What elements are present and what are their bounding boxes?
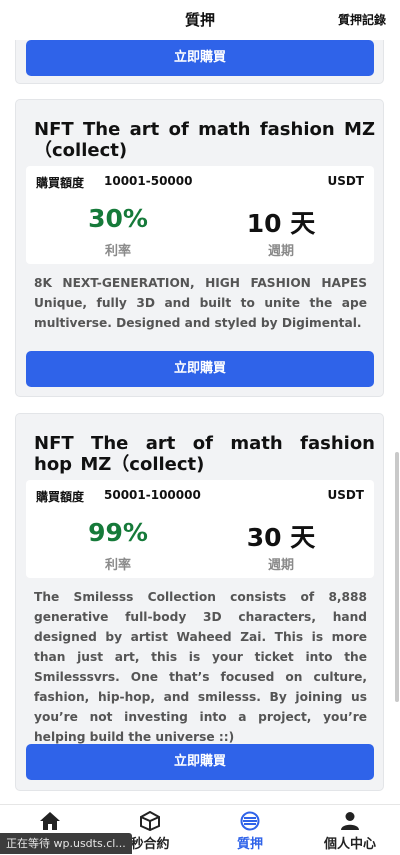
product-info-box: 購買額度 50001-100000 USDT 99% 利率 30 天 週期 <box>26 480 374 578</box>
cube-icon <box>140 811 160 831</box>
period-label: 週期 <box>267 244 294 259</box>
stake-records-link[interactable]: 質押記錄 <box>338 0 386 40</box>
browser-status-bar: 正在等待 wp.usdts.cl... <box>0 833 132 854</box>
tab-label: 質押 <box>236 837 263 852</box>
rate-label: 利率 <box>104 558 131 573</box>
period-label: 週期 <box>267 558 294 573</box>
product-title: NFT The art of math fashion MZ（collect) <box>34 119 375 161</box>
product-description: 8K NEXT-GENERATION, HIGH FASHION HAPES U… <box>34 276 367 330</box>
stake-icon <box>240 811 260 831</box>
period-value: 30 天 <box>246 523 316 552</box>
currency-label: USDT <box>327 488 364 502</box>
buy-now-button[interactable]: 立即購買 <box>26 40 374 76</box>
tab-label: 個人中心 <box>323 837 376 852</box>
rate-value: 30% <box>88 204 148 233</box>
amount-label: 購買額度 <box>36 176 85 190</box>
product-info-box: 購買額度 10001-50000 USDT 30% 利率 10 天 週期 <box>26 166 374 264</box>
tab-profile[interactable]: 個人中心 <box>300 805 400 855</box>
buy-now-button[interactable]: 立即購買 <box>26 744 374 780</box>
currency-label: USDT <box>327 174 364 188</box>
buy-now-button[interactable]: 立即購買 <box>26 351 374 387</box>
rate-value: 99% <box>88 518 148 547</box>
home-icon <box>40 812 60 830</box>
user-icon <box>341 812 359 830</box>
scrollbar[interactable] <box>395 452 399 702</box>
rate-label: 利率 <box>104 244 131 259</box>
amount-label: 購買額度 <box>36 490 85 504</box>
period-value: 10 天 <box>246 209 316 238</box>
product-card: NFT The art of math fashion hop MZ（colle… <box>15 413 384 791</box>
tab-stake[interactable]: 質押 <box>200 805 300 855</box>
product-title: NFT The art of math fashion hop MZ（colle… <box>34 433 375 475</box>
product-card: NFT The art of math fashion MZ（collect) … <box>15 99 384 397</box>
amount-value: 10001-50000 <box>104 174 193 188</box>
header: 質押 質押記錄 <box>0 0 400 40</box>
amount-value: 50001-100000 <box>104 488 201 502</box>
product-description: The Smilesss Collection consists of 8,88… <box>34 590 367 744</box>
